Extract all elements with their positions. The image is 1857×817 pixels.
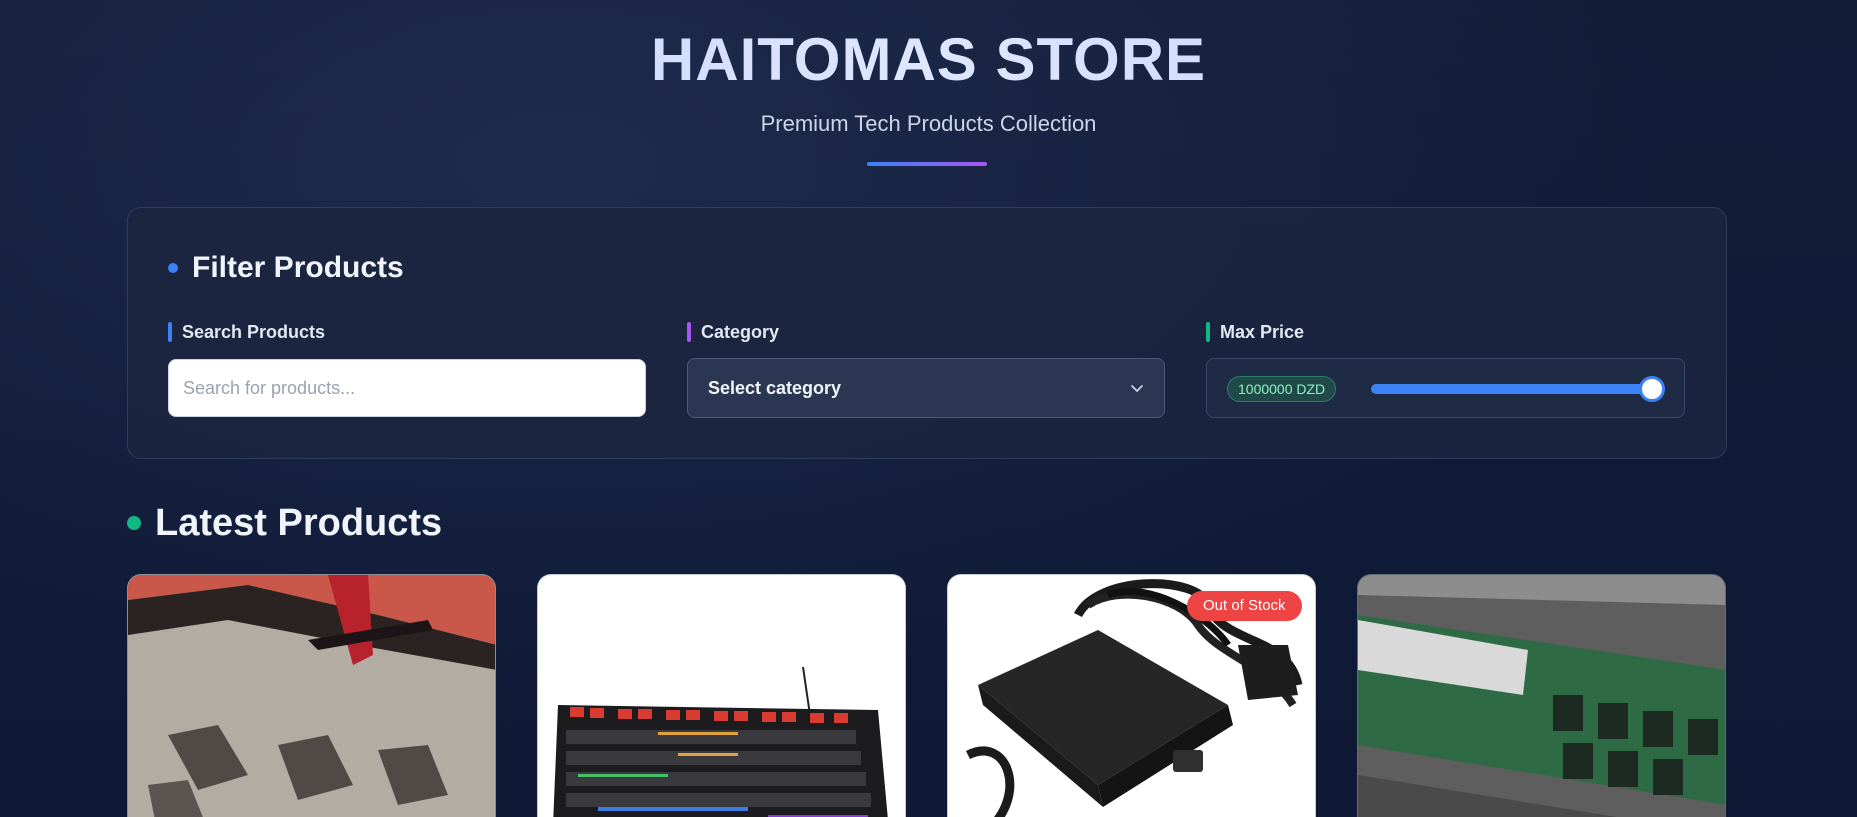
filter-panel: Filter Products Search Products Category…: [127, 207, 1727, 459]
chevron-down-icon: [1131, 385, 1143, 392]
max-price-label: Max Price: [1206, 321, 1304, 343]
price-slider-track[interactable]: [1371, 384, 1651, 394]
category-selected-value: Select category: [708, 377, 842, 398]
product-image: [128, 575, 495, 817]
out-of-stock-badge: Out of Stock: [1187, 591, 1302, 621]
search-input[interactable]: [168, 359, 646, 417]
store-title: HAITOMAS STORE: [0, 24, 1857, 96]
search-label-text: Search Products: [182, 321, 326, 342]
label-bar-icon: [1206, 322, 1210, 342]
category-select[interactable]: Select category: [687, 358, 1165, 418]
label-bar-icon: [687, 322, 691, 342]
price-slider-thumb[interactable]: [1639, 376, 1665, 402]
search-label: Search Products: [168, 321, 325, 343]
product-card[interactable]: [1357, 574, 1726, 817]
product-card[interactable]: [537, 574, 906, 817]
max-price-value-badge: 1000000 DZD: [1227, 376, 1337, 402]
max-price-label-text: Max Price: [1220, 321, 1305, 342]
latest-products-title: Latest Products: [155, 501, 443, 544]
store-subtitle: Premium Tech Products Collection: [760, 111, 1097, 136]
filter-title: Filter Products: [192, 251, 404, 284]
category-label-text: Category: [701, 321, 780, 342]
latest-products-heading: Latest Products: [127, 500, 442, 546]
product-image: [1358, 575, 1725, 817]
filter-heading: Filter Products: [168, 250, 404, 286]
product-image: [538, 575, 905, 817]
max-price-control: 1000000 DZD: [1206, 358, 1685, 418]
heading-dot-icon: [168, 263, 178, 273]
title-underline: [867, 162, 987, 166]
label-bar-icon: [168, 322, 172, 342]
product-card[interactable]: [127, 574, 496, 817]
product-card[interactable]: Out of Stock: [947, 574, 1316, 817]
heading-dot-icon: [127, 516, 141, 530]
category-label: Category: [687, 321, 779, 343]
